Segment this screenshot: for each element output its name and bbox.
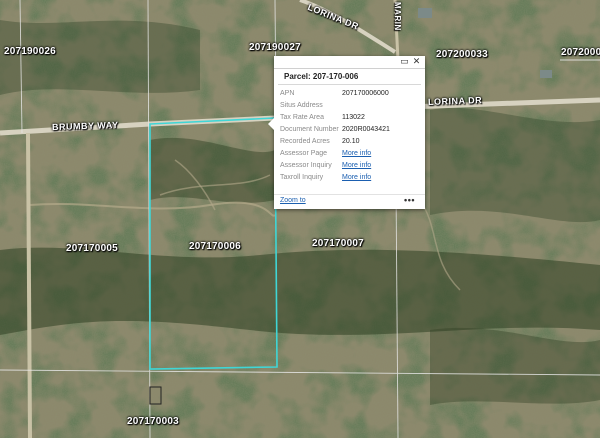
- parcel-label: 207190026: [4, 46, 56, 57]
- more-actions-icon[interactable]: •••: [404, 195, 415, 205]
- attribute-value: 2020R0043421: [342, 126, 390, 133]
- taxroll-inquiry-link[interactable]: More info: [342, 174, 371, 181]
- map-view[interactable]: 207190026 207190027 207200033 2072000 20…: [0, 0, 600, 438]
- attribute-label: Tax Rate Area: [280, 114, 324, 121]
- attribute-row: Situs Address: [280, 100, 390, 112]
- attribute-label: Assessor Inquiry: [280, 162, 332, 169]
- zoom-to-link[interactable]: Zoom to: [280, 197, 306, 204]
- attribute-row: APN 207170006000: [280, 88, 390, 100]
- attribute-table: APN 207170006000 Situs Address Tax Rate …: [280, 88, 390, 184]
- attribute-row: Assessor Inquiry More info: [280, 160, 390, 172]
- maximize-icon[interactable]: ▭: [400, 57, 409, 66]
- parcel-label: 207190027: [249, 42, 301, 53]
- assessor-page-link[interactable]: More info: [342, 150, 371, 157]
- attribute-value: [342, 100, 390, 112]
- attribute-label: Taxroll Inquiry: [280, 174, 324, 181]
- road-label: LORINA DR: [427, 95, 483, 107]
- assessor-inquiry-link[interactable]: More info: [342, 162, 371, 169]
- parcel-label: 207200033: [436, 49, 488, 60]
- popup-pointer: [268, 118, 274, 130]
- popup-titlebar: ▭ ✕: [274, 56, 425, 69]
- parcel-popup: ▭ ✕ Parcel: 207-170-006 APN 207170006000…: [268, 56, 425, 209]
- attribute-value: 113022: [342, 114, 365, 121]
- parcel-label: 207170007: [312, 238, 364, 249]
- attribute-row: Tax Rate Area 113022: [280, 112, 390, 124]
- parcel-label: 207170005: [66, 243, 118, 254]
- attribute-label: APN: [280, 90, 295, 97]
- attribute-label: Assessor Page: [280, 150, 328, 157]
- attribute-row: Assessor Page More info: [280, 148, 390, 160]
- parcel-label: 207170003: [127, 416, 179, 427]
- attribute-value: 207170006000: [342, 90, 389, 97]
- attribute-label: Recorded Acres: [280, 138, 330, 145]
- parcel-label: 207170006: [189, 241, 241, 252]
- popup-footer: Zoom to •••: [274, 194, 425, 209]
- attribute-label: Document Number: [280, 126, 339, 133]
- attribute-value: 20.10: [342, 138, 360, 145]
- attribute-row: Taxroll Inquiry More info: [280, 172, 390, 184]
- road-label: MARIN: [393, 2, 402, 31]
- popup-title: Parcel: 207-170-006: [278, 69, 421, 85]
- attribute-label: Situs Address: [280, 102, 323, 109]
- close-icon[interactable]: ✕: [412, 57, 421, 66]
- attribute-row: Recorded Acres 20.10: [280, 136, 390, 148]
- attribute-row: Document Number 2020R0043421: [280, 124, 390, 136]
- parcel-label: 2072000: [561, 47, 600, 58]
